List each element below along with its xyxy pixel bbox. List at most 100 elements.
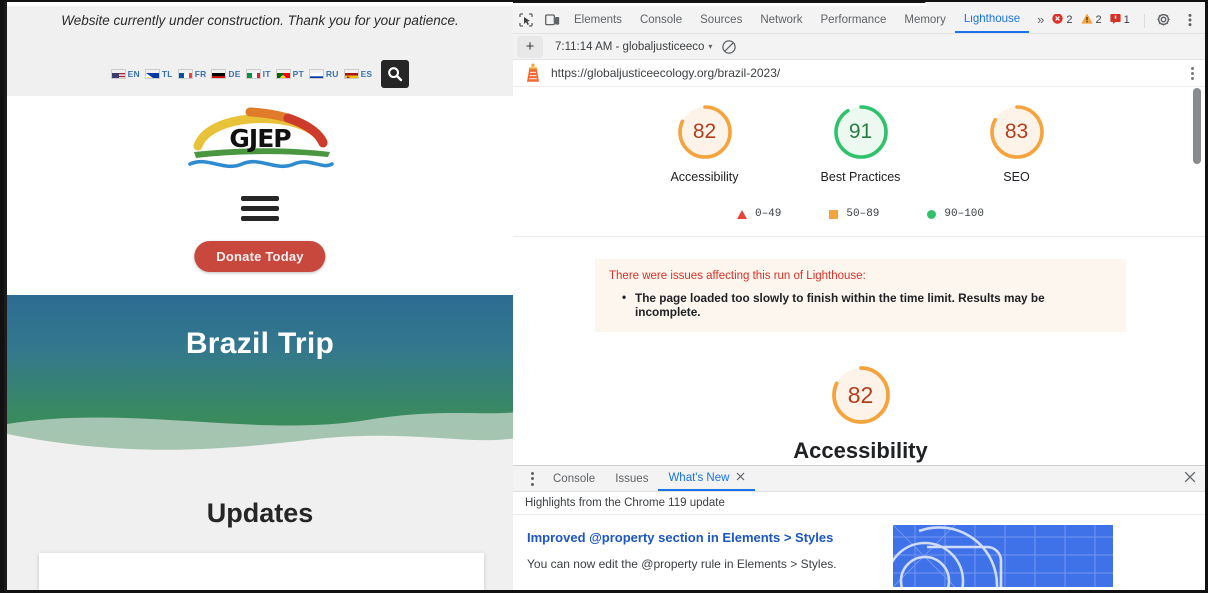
gauge-label: Best Practices — [820, 170, 901, 184]
warning-icon — [1080, 12, 1093, 27]
language-option-pt[interactable]: PT — [275, 69, 304, 79]
legend-item-average: 50–89 — [829, 208, 879, 220]
legend-item-pass: 90–100 — [927, 208, 984, 220]
close-drawer-icon[interactable] — [1184, 470, 1196, 488]
website-viewport: Website currently under construction. Th… — [4, 0, 513, 593]
italy-flag — [245, 69, 261, 79]
language-code-de: DE — [228, 69, 241, 79]
report-scrollbar-thumb[interactable] — [1193, 88, 1201, 164]
update-card[interactable] — [39, 553, 484, 593]
circle-icon — [927, 209, 937, 219]
gauge-label: Accessibility — [670, 170, 739, 184]
hamburger-line — [241, 196, 279, 201]
hamburger-line — [241, 216, 279, 221]
inspect-element-icon[interactable] — [513, 8, 539, 32]
more-tabs-chevron-icon[interactable]: » — [1029, 12, 1052, 27]
whats-new-title[interactable]: Improved @property section in Elements >… — [527, 530, 893, 545]
legend-range: 0–49 — [754, 208, 782, 220]
info-counter[interactable]: 1 — [1110, 13, 1130, 27]
search-button[interactable] — [381, 60, 410, 88]
updates-heading: Updates — [206, 498, 314, 528]
tab-network[interactable]: Network — [751, 6, 811, 33]
chevron-down-icon: ▾ — [708, 42, 713, 51]
language-code-fr: FR — [194, 69, 207, 79]
hero-wave-decoration — [7, 412, 513, 455]
language-code-ru: RU — [325, 69, 339, 79]
drawer-tab-whats-new[interactable]: What's New — [658, 466, 756, 491]
tab-console[interactable]: Console — [631, 6, 691, 33]
language-option-it[interactable]: IT — [245, 69, 271, 79]
error-icon — [1052, 12, 1064, 27]
gauge-value: 91 — [848, 120, 873, 143]
drawer-tab-console[interactable]: Console — [543, 466, 605, 491]
close-icon[interactable] — [736, 472, 745, 484]
audited-url[interactable]: https://globaljusticeecology.org/brazil-… — [551, 66, 780, 80]
gauge-label: SEO — [1003, 170, 1030, 184]
drawer-tab-label: What's New — [668, 471, 730, 484]
clear-icon[interactable] — [722, 39, 737, 54]
warning-count: 2 — [1095, 13, 1102, 26]
language-selector-bar: EN TL FR DE IT PT RU ES — [7, 55, 513, 93]
language-code-it: IT — [262, 69, 271, 79]
warning-counter[interactable]: 2 — [1080, 12, 1102, 27]
dot — [530, 471, 534, 475]
drawer-subtitle: Highlights from the Chrome 119 update — [513, 492, 1208, 515]
drawer-tab-issues[interactable]: Issues — [605, 466, 658, 491]
gjep-logo-text: GJEP — [229, 124, 291, 153]
score-gauges: 82 Accessibility 91 Best Practices 83 SE… — [513, 87, 1208, 186]
score-legend: 0–49 50–89 90–100 — [513, 208, 1208, 220]
triangle-icon — [736, 209, 747, 219]
message-icon — [1110, 13, 1121, 27]
language-option-ru[interactable]: RU — [308, 69, 339, 79]
category-title: Accessibility — [793, 438, 928, 463]
device-toolbar-icon[interactable] — [539, 8, 565, 32]
gjep-logo: GJEP — [180, 102, 340, 174]
gauge-ring: 83 — [988, 103, 1046, 161]
legend-range: 50–89 — [846, 208, 880, 220]
tab-performance[interactable]: Performance — [812, 6, 896, 33]
new-audit-button[interactable]: + — [517, 35, 543, 58]
language-code-es: ES — [360, 69, 373, 79]
gauge-ring: 82 — [676, 103, 734, 161]
whats-new-body: You can now edit the @property rule in E… — [527, 557, 837, 571]
score-gauge-best-practices[interactable]: 91 Best Practices — [801, 103, 921, 186]
language-option-en[interactable]: EN — [110, 69, 140, 79]
language-code-en: EN — [127, 69, 140, 79]
gauge-value: 83 — [1004, 120, 1029, 143]
page-title: Brazil Trip — [185, 327, 335, 360]
url-more-options-icon[interactable] — [1191, 66, 1194, 80]
run-warnings-heading: There were issues affecting this run of … — [609, 270, 866, 282]
language-option-de[interactable]: DE — [211, 69, 240, 79]
portugal-flag — [275, 69, 291, 79]
drawer-tab-label: Issues — [615, 472, 649, 485]
audit-run-label: 7:11:14 AM - globaljusticeeco — [555, 40, 705, 53]
language-option-fr[interactable]: FR — [177, 69, 207, 79]
hamburger-line — [241, 206, 279, 211]
tab-sources[interactable]: Sources — [691, 6, 751, 33]
gauge-ring: 91 — [832, 103, 890, 161]
construction-notice-text: Website currently under construction. Th… — [61, 12, 459, 28]
window-frame-left — [0, 0, 4, 593]
more-tools-icon[interactable] — [521, 471, 543, 486]
dot — [1191, 76, 1194, 80]
language-code-pt: PT — [292, 69, 304, 79]
language-option-tl[interactable]: TL — [144, 69, 173, 79]
language-option-es[interactable]: ES — [343, 69, 373, 79]
lighthouse-report: 82 Accessibility 91 Best Practices 83 SE… — [513, 87, 1208, 465]
audit-run-selector[interactable]: 7:11:14 AM - globaljusticeeco ▾ — [555, 41, 712, 53]
dot — [1191, 66, 1194, 70]
language-code-tl: TL — [161, 69, 173, 79]
whats-new-thumbnail[interactable] — [893, 525, 1113, 587]
site-logo-area[interactable]: GJEP — [7, 96, 513, 180]
tab-elements[interactable]: Elements — [565, 6, 631, 33]
error-counter[interactable]: 2 — [1052, 12, 1073, 27]
audited-url-bar: https://globaljusticeecology.org/brazil-… — [513, 60, 1208, 87]
window-frame-top — [0, 0, 1208, 2]
square-icon — [829, 209, 839, 219]
error-count: 2 — [1066, 13, 1073, 26]
category-gauge-value: 82 — [847, 381, 874, 408]
donate-today-button[interactable]: Donate Today — [194, 241, 326, 272]
hamburger-menu-icon[interactable] — [241, 196, 279, 226]
score-gauge-seo[interactable]: 83 SEO — [957, 103, 1077, 186]
score-gauge-accessibility[interactable]: 82 Accessibility — [645, 103, 765, 186]
